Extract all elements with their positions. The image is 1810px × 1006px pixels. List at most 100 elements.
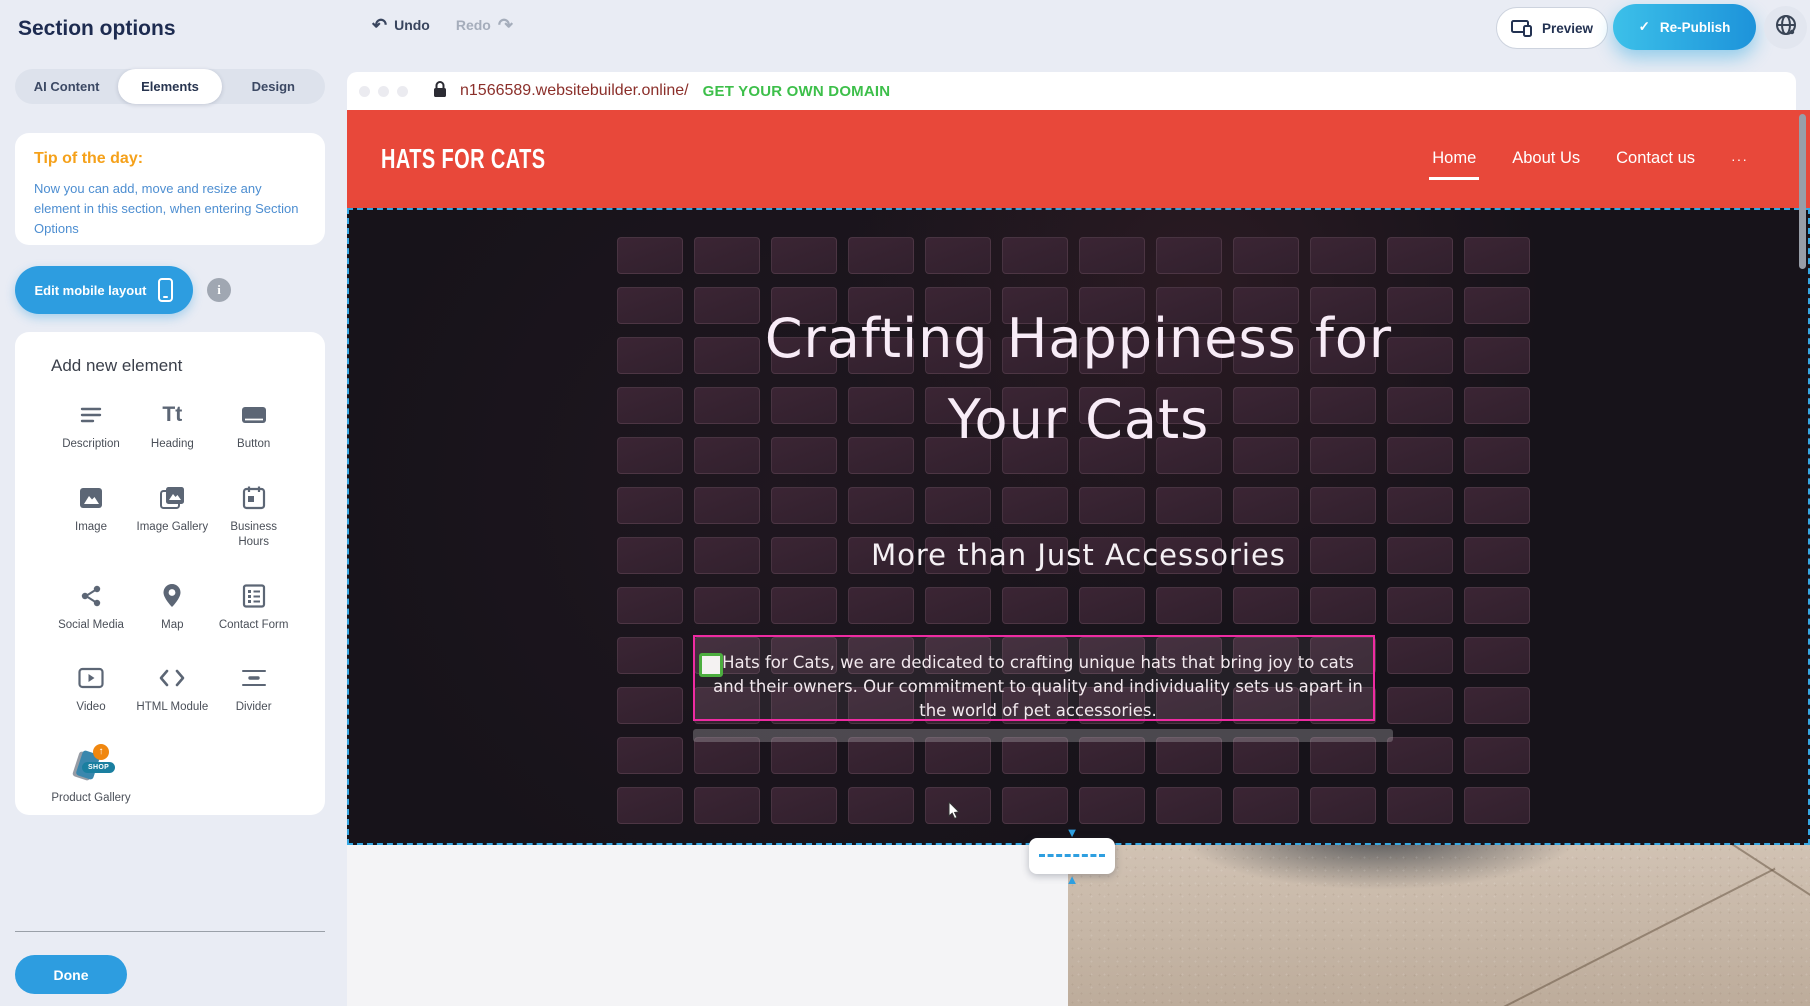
element-tile-heading[interactable]: Tt Heading xyxy=(132,400,212,453)
redo-label: Redo xyxy=(456,17,491,33)
page-title: Section options xyxy=(18,17,176,41)
site-url[interactable]: n1566589.websitebuilder.online/ xyxy=(460,82,689,100)
mobile-phone-icon xyxy=(158,278,173,302)
html-module-icon xyxy=(157,663,187,693)
arrow-up-icon: ▲ xyxy=(1066,873,1079,886)
arrow-down-icon: ▼ xyxy=(1066,826,1079,839)
devices-icon xyxy=(1511,20,1533,37)
video-icon xyxy=(77,663,105,693)
info-icon[interactable]: i xyxy=(207,278,231,302)
element-tile-social-media[interactable]: Social Media xyxy=(51,581,131,634)
image-icon xyxy=(78,483,104,513)
element-label: Map xyxy=(161,618,183,634)
element-tile-map[interactable]: Map xyxy=(132,581,212,634)
site-preview-viewport: n1566589.websitebuilder.online/ GET YOUR… xyxy=(347,72,1810,1006)
element-label: HTML Module xyxy=(136,700,208,716)
tab-ai-content[interactable]: AI Content xyxy=(15,69,118,104)
history-controls: ↶ Undo Redo ↷ xyxy=(372,16,513,34)
element-tile-image[interactable]: Image xyxy=(51,483,131,551)
hero-paragraph[interactable]: Hats for Cats, we are dedicated to craft… xyxy=(713,651,1363,723)
lock-icon xyxy=(432,80,448,103)
globe-icon xyxy=(1774,13,1798,42)
language-globe-button[interactable] xyxy=(1764,6,1807,49)
section-resize-handle[interactable]: ▼ ▲ xyxy=(1029,838,1115,874)
hero-subtitle[interactable]: More than Just Accessories xyxy=(347,538,1810,572)
element-label: Business Hours xyxy=(214,520,294,551)
selected-text-element[interactable]: Hats for Cats, we are dedicated to craft… xyxy=(693,635,1375,721)
element-label: Video xyxy=(76,700,105,716)
element-label: Divider xyxy=(236,700,272,716)
edit-mobile-layout-button[interactable]: Edit mobile layout xyxy=(15,266,193,314)
preview-scrollbar[interactable] xyxy=(1799,114,1806,269)
site-logo[interactable]: HATS FOR CATS xyxy=(381,143,545,175)
nav-item-about-us[interactable]: About Us xyxy=(1512,149,1580,170)
social-media-icon xyxy=(78,581,104,611)
element-ghost-bar xyxy=(693,729,1393,742)
done-button[interactable]: Done xyxy=(15,955,127,994)
nav-item-home[interactable]: Home xyxy=(1432,149,1476,170)
site-nav: Home About Us Contact us ··· xyxy=(1432,110,1748,208)
tip-title: Tip of the day: xyxy=(34,150,143,168)
element-grid: Description Tt Heading Button Image xyxy=(51,400,295,806)
element-tile-business-hours[interactable]: Business Hours xyxy=(214,483,294,551)
nav-more-icon[interactable]: ··· xyxy=(1731,151,1748,167)
element-label: Description xyxy=(62,437,120,453)
hero-section-selected[interactable]: Crafting Happiness for Your Cats More th… xyxy=(347,208,1810,845)
button-icon xyxy=(240,400,268,430)
undo-label: Undo xyxy=(394,17,430,33)
upgrade-arrow-icon: ↑ xyxy=(93,744,109,760)
add-element-title: Add new element xyxy=(51,356,295,376)
resize-dash-line xyxy=(1039,854,1105,857)
tab-elements[interactable]: Elements xyxy=(118,69,221,104)
heading-icon: Tt xyxy=(162,400,182,430)
redo-button[interactable]: Redo ↷ xyxy=(456,16,513,34)
preview-button[interactable]: Preview xyxy=(1496,7,1608,49)
map-pin-icon xyxy=(160,581,184,611)
republish-label: Re-Publish xyxy=(1660,20,1731,35)
tip-of-the-day-card: Tip of the day: Now you can add, move an… xyxy=(15,133,325,245)
element-tile-video[interactable]: Video xyxy=(51,663,131,716)
element-drag-handle[interactable] xyxy=(699,653,723,677)
hero-title[interactable]: Crafting Happiness for Your Cats xyxy=(347,298,1810,460)
element-tile-description[interactable]: Description xyxy=(51,400,131,453)
undo-icon: ↶ xyxy=(372,16,387,34)
edit-mobile-label: Edit mobile layout xyxy=(35,283,147,298)
business-hours-icon xyxy=(241,483,267,513)
element-label: Image xyxy=(75,520,107,536)
window-dots-icon xyxy=(359,86,408,97)
browser-address-bar: n1566589.websitebuilder.online/ GET YOUR… xyxy=(347,72,1796,110)
element-tile-button[interactable]: Button xyxy=(214,400,294,453)
product-gallery-icon: ↑ SHOP xyxy=(71,746,111,784)
preview-label: Preview xyxy=(1542,21,1593,36)
tip-body: Now you can add, move and resize any ele… xyxy=(34,179,299,239)
element-label: Contact Form xyxy=(219,618,289,634)
element-tile-image-gallery[interactable]: Image Gallery xyxy=(132,483,212,551)
site-header: HATS FOR CATS Home About Us Contact us ·… xyxy=(347,110,1810,208)
element-tile-product-gallery[interactable]: ↑ SHOP Product Gallery xyxy=(51,746,131,807)
next-section-background xyxy=(347,845,1068,1006)
shop-badge: SHOP xyxy=(82,762,115,773)
description-icon xyxy=(78,400,104,430)
contact-form-icon xyxy=(241,581,267,611)
undo-button[interactable]: ↶ Undo xyxy=(372,16,430,34)
element-label: Image Gallery xyxy=(137,520,209,536)
element-tile-html-module[interactable]: HTML Module xyxy=(132,663,212,716)
mouse-cursor-icon xyxy=(948,802,962,825)
divider-icon xyxy=(240,663,268,693)
panel-tabs: AI Content Elements Design xyxy=(15,69,325,104)
element-tile-contact-form[interactable]: Contact Form xyxy=(214,581,294,634)
nav-item-contact-us[interactable]: Contact us xyxy=(1616,149,1695,170)
element-label: Product Gallery xyxy=(51,791,130,807)
element-label: Social Media xyxy=(58,618,124,634)
check-icon: ✓ xyxy=(1639,19,1650,35)
element-label: Button xyxy=(237,437,270,453)
element-label: Heading xyxy=(151,437,194,453)
image-gallery-icon xyxy=(158,483,186,513)
element-tile-divider[interactable]: Divider xyxy=(214,663,294,716)
get-domain-link[interactable]: GET YOUR OWN DOMAIN xyxy=(703,83,891,100)
tab-design[interactable]: Design xyxy=(222,69,325,104)
redo-icon: ↷ xyxy=(498,16,513,34)
republish-button[interactable]: ✓ Re-Publish xyxy=(1613,4,1756,50)
pavement-photo xyxy=(1068,845,1810,1006)
add-element-panel: Add new element Description Tt Heading B… xyxy=(15,332,325,815)
